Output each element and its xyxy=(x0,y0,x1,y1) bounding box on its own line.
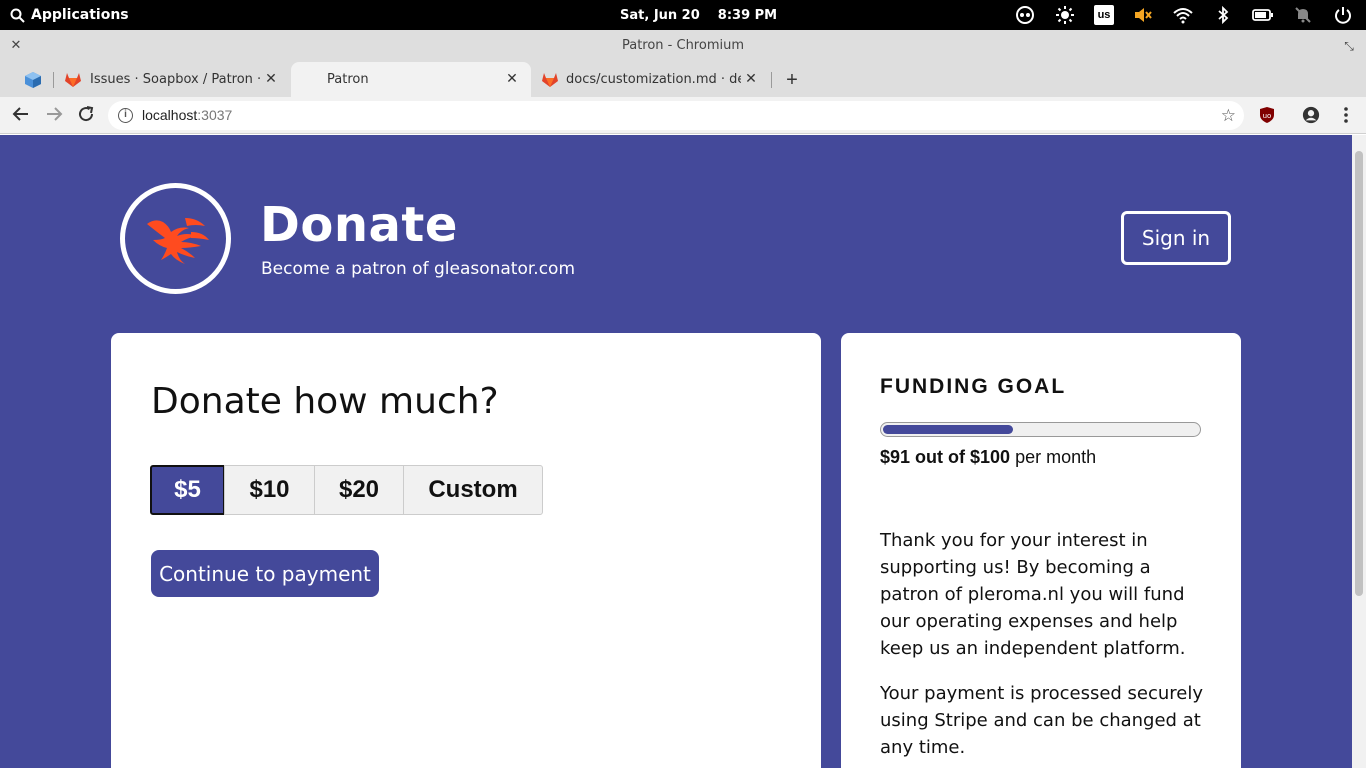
svg-text:uo: uo xyxy=(1263,112,1272,120)
url-host: localhost xyxy=(142,107,198,123)
tab-close-icon[interactable]: ✕ xyxy=(505,72,519,86)
funding-amount-text: $91 out of $100 per month xyxy=(880,447,1096,468)
page-content: Donate Become a patron of gleasonator.co… xyxy=(0,135,1352,768)
funding-amount: $91 out of $100 xyxy=(880,447,1011,467)
ublock-icon[interactable]: uo xyxy=(1258,106,1276,124)
reload-icon xyxy=(79,106,94,122)
power-icon[interactable] xyxy=(1332,4,1354,26)
address-bar[interactable]: i localhost:3037 ☆ xyxy=(108,101,1244,130)
tab-gitlab-issues[interactable]: Issues · Soapbox / Patron · GitLab ✕ xyxy=(56,62,290,97)
back-arrow-icon xyxy=(12,107,28,121)
tab-separator xyxy=(771,72,772,88)
back-button[interactable] xyxy=(10,105,32,127)
funding-period: per month xyxy=(1010,447,1097,467)
time-text: 8:39 PM xyxy=(717,7,778,23)
keyboard-layout-icon[interactable]: us xyxy=(1094,5,1114,25)
forward-button[interactable] xyxy=(43,105,65,127)
tab-patron[interactable]: Patron ✕ xyxy=(291,62,531,97)
applications-menu[interactable]: Applications xyxy=(10,0,129,30)
tab-title: Issues · Soapbox / Patron · GitLab xyxy=(90,72,265,87)
tab-close-icon[interactable]: ✕ xyxy=(744,72,758,86)
tab-separator xyxy=(53,72,54,88)
tab-strip: Issues · Soapbox / Patron · GitLab ✕ Pat… xyxy=(0,62,1366,97)
donate-card: Donate how much? $5 $10 $20 Custom Conti… xyxy=(111,333,821,768)
window-title: Patron - Chromium xyxy=(621,38,745,53)
funding-progress-fill xyxy=(883,425,1013,434)
wifi-icon[interactable] xyxy=(1172,4,1194,26)
funding-goal-card: FUNDING GOAL $91 out of $100 per month T… xyxy=(841,333,1241,768)
sign-in-button[interactable]: Sign in xyxy=(1121,211,1231,265)
date-text: Sat, Jun 20 xyxy=(620,7,700,23)
applications-label: Applications xyxy=(31,7,129,23)
amount-10-button[interactable]: $10 xyxy=(224,465,315,515)
payment-note: Your payment is processed securely using… xyxy=(880,683,1204,758)
battery-icon[interactable] xyxy=(1252,4,1274,26)
bluetooth-icon[interactable] xyxy=(1212,4,1234,26)
phoenix-logo-icon xyxy=(147,218,209,264)
tab-apps[interactable] xyxy=(18,62,52,97)
tab-title: Patron xyxy=(327,72,369,87)
menu-kebab-icon[interactable] xyxy=(1337,106,1355,124)
browser-toolbar: i localhost:3037 ☆ uo xyxy=(0,97,1366,134)
amount-selector: $5 $10 $20 Custom xyxy=(150,465,543,515)
tab-docs-customization[interactable]: docs/customization.md · develop ✕ xyxy=(532,62,770,97)
forward-arrow-icon xyxy=(47,107,63,121)
night-light-icon[interactable] xyxy=(1054,4,1076,26)
new-tab-button[interactable]: + xyxy=(782,70,802,90)
amount-5-button[interactable]: $5 xyxy=(150,465,225,515)
notifications-muted-icon[interactable] xyxy=(1292,4,1314,26)
volume-muted-icon[interactable] xyxy=(1132,4,1154,26)
os-top-bar: Applications Sat, Jun 20 8:39 PM us xyxy=(0,0,1366,30)
network-icon[interactable] xyxy=(1014,4,1036,26)
url-text[interactable]: localhost:3037 xyxy=(142,101,232,130)
bookmark-star-icon[interactable]: ☆ xyxy=(1221,106,1236,125)
window-restore-icon[interactable]: ⤡ xyxy=(1341,38,1357,54)
gitlab-icon xyxy=(65,73,81,87)
site-logo[interactable] xyxy=(120,183,231,294)
page-subtitle: Become a patron of gleasonator.com xyxy=(261,259,576,279)
tab-title: docs/customization.md · develop xyxy=(566,72,741,87)
continue-to-payment-button[interactable]: Continue to payment xyxy=(151,550,379,597)
donate-heading: Donate how much? xyxy=(151,381,499,422)
profile-icon[interactable] xyxy=(1302,106,1320,124)
clock[interactable]: Sat, Jun 20 8:39 PM xyxy=(620,0,777,30)
funding-progress-bar xyxy=(880,422,1201,437)
url-port: :3037 xyxy=(197,107,233,123)
amount-20-button[interactable]: $20 xyxy=(314,465,404,515)
system-tray: us xyxy=(1014,0,1354,30)
gitlab-icon xyxy=(542,73,558,87)
page-title: Donate xyxy=(260,197,458,253)
scrollbar-thumb[interactable] xyxy=(1355,151,1363,596)
site-info-icon[interactable]: i xyxy=(118,108,133,123)
funding-description: Thank you for your interest in supportin… xyxy=(880,530,1186,659)
reload-button[interactable] xyxy=(75,105,97,127)
apps-icon xyxy=(25,71,41,88)
tab-close-icon[interactable]: ✕ xyxy=(264,72,278,86)
search-icon xyxy=(10,8,25,23)
amount-custom-button[interactable]: Custom xyxy=(403,465,543,515)
funding-goal-heading: FUNDING GOAL xyxy=(880,375,1067,398)
window-titlebar: ✕ Patron - Chromium ⤡ xyxy=(0,30,1366,62)
page-scrollbar[interactable] xyxy=(1352,135,1366,768)
